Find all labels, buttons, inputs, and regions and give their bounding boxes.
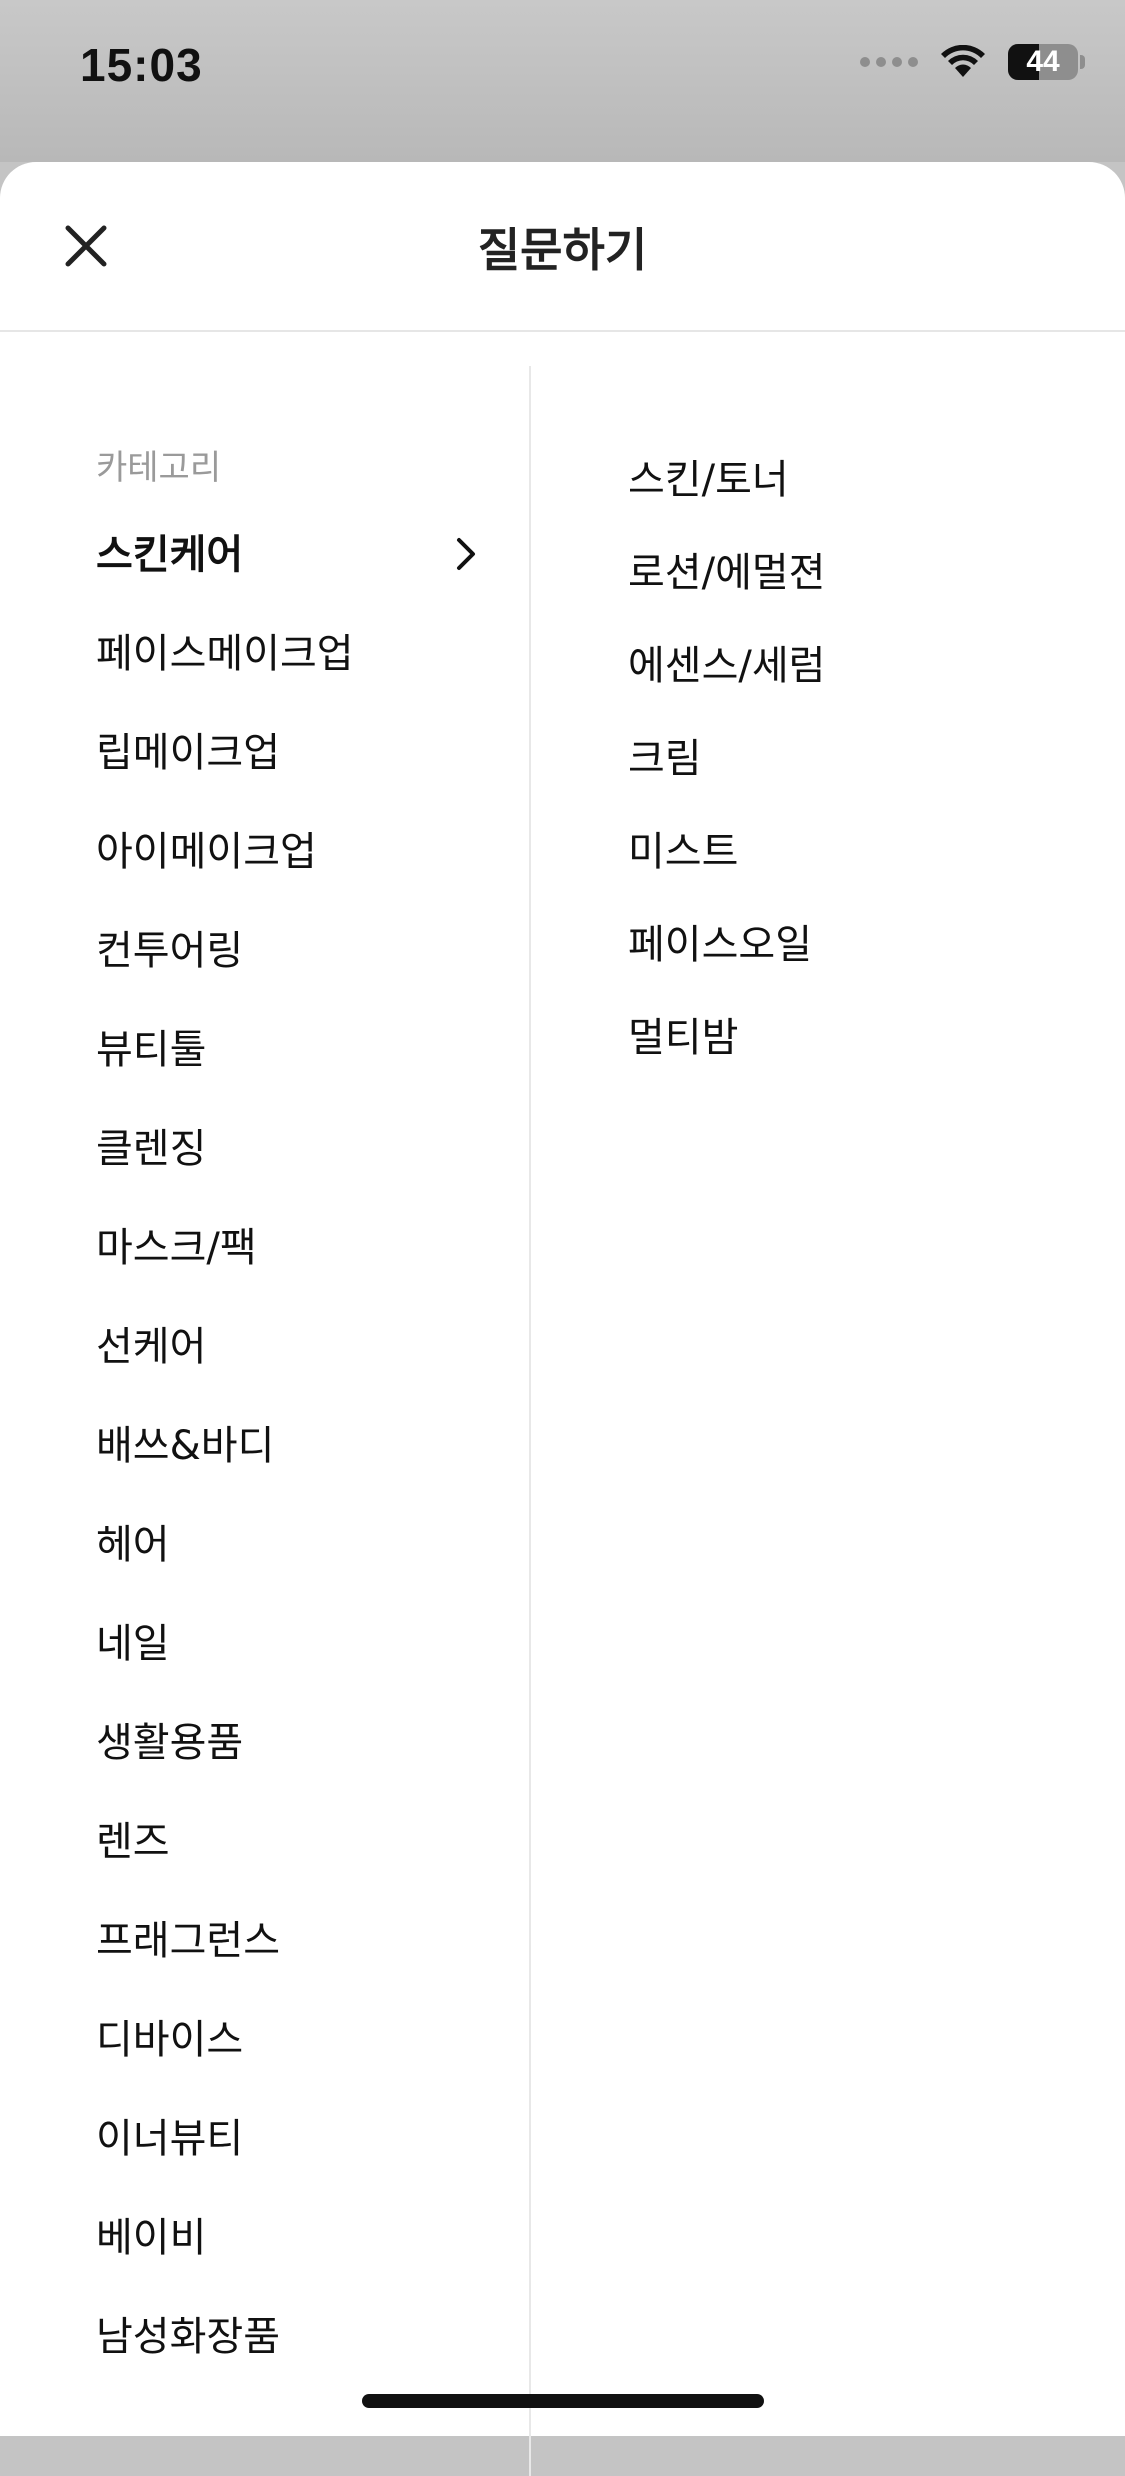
status-icons: 44 — [860, 44, 1085, 80]
wifi-icon — [941, 45, 985, 77]
battery-cap — [1080, 55, 1085, 69]
cellular-signal-icon — [860, 57, 918, 67]
category-item[interactable]: 생활용품 — [96, 1708, 486, 1807]
battery-icon: 44 — [1008, 44, 1078, 80]
subcategory-item[interactable]: 크림 — [628, 727, 1088, 820]
subcategory-item[interactable]: 스킨/토너 — [628, 448, 1088, 541]
category-item[interactable]: 스킨케어 — [96, 520, 486, 619]
subcategory-item[interactable]: 에센스/세럼 — [628, 634, 1088, 727]
category-item[interactable]: 아이메이크업 — [96, 817, 486, 916]
subcategory-item[interactable]: 미스트 — [628, 820, 1088, 913]
category-section-label: 카테고리 — [96, 448, 222, 488]
chevron-right-icon — [457, 538, 475, 570]
category-item-label: 컨투어링 — [96, 928, 244, 974]
subcategory-item[interactable]: 페이스오일 — [628, 913, 1088, 1006]
category-item[interactable]: 렌즈 — [96, 1807, 486, 1906]
category-item[interactable]: 배쓰&바디 — [96, 1411, 486, 1510]
subcategory-item[interactable]: 멀티밤 — [628, 1006, 1088, 1099]
column-divider — [529, 366, 531, 2476]
category-item-label: 디바이스 — [96, 2017, 244, 2063]
category-item[interactable]: 베이비 — [96, 2203, 486, 2302]
category-item-label: 페이스메이크업 — [96, 631, 354, 677]
category-item[interactable]: 립메이크업 — [96, 718, 486, 817]
category-item-label: 뷰티툴 — [96, 1027, 207, 1073]
category-item-label: 네일 — [96, 1621, 170, 1667]
category-item-label: 배쓰&바디 — [96, 1423, 275, 1469]
category-item[interactable]: 남성화장품 — [96, 2302, 486, 2401]
category-item[interactable]: 프래그런스 — [96, 1906, 486, 2005]
subcategory-item[interactable]: 로션/에멀젼 — [628, 541, 1088, 634]
category-item-label: 남성화장품 — [96, 2314, 280, 2360]
status-bar: 15:03 44 — [0, 0, 1125, 162]
category-list: 스킨케어페이스메이크업립메이크업아이메이크업컨투어링뷰티툴클렌징마스크/팩선케어… — [96, 520, 486, 2401]
category-item-label: 생활용품 — [96, 1720, 244, 1766]
category-item[interactable]: 디바이스 — [96, 2005, 486, 2104]
battery-percent: 44 — [1026, 45, 1060, 78]
status-time: 15:03 — [80, 39, 203, 91]
category-item-label: 선케어 — [96, 1324, 207, 1370]
category-item-label: 이너뷰티 — [96, 2116, 244, 2162]
category-item[interactable]: 컨투어링 — [96, 916, 486, 1015]
category-item-label: 아이메이크업 — [96, 829, 317, 875]
category-item-label: 마스크/팩 — [96, 1225, 257, 1271]
sheet-header: 질문하기 — [0, 162, 1125, 332]
page-title: 질문하기 — [477, 223, 648, 277]
category-item-label: 헤어 — [96, 1522, 170, 1568]
category-item[interactable]: 헤어 — [96, 1510, 486, 1609]
category-item-label: 렌즈 — [96, 1819, 170, 1865]
category-item-label: 클렌징 — [96, 1126, 207, 1172]
category-item-label: 프래그런스 — [96, 1918, 280, 1964]
category-item[interactable]: 마스크/팩 — [96, 1213, 486, 1312]
category-item[interactable]: 이너뷰티 — [96, 2104, 486, 2203]
subcategory-list: 스킨/토너 로션/에멀젼 에센스/세럼 크림 미스트 페이스오일 멀티밤 — [628, 448, 1088, 1099]
category-item[interactable]: 뷰티툴 — [96, 1015, 486, 1114]
category-item-label: 립메이크업 — [96, 730, 280, 776]
category-item[interactable]: 선케어 — [96, 1312, 486, 1411]
category-item[interactable]: 페이스메이크업 — [96, 619, 486, 718]
category-item-label: 스킨케어 — [96, 532, 244, 578]
category-item-label: 베이비 — [96, 2215, 207, 2261]
home-indicator — [362, 2394, 764, 2408]
category-item[interactable]: 네일 — [96, 1609, 486, 1708]
category-item[interactable]: 클렌징 — [96, 1114, 486, 1213]
